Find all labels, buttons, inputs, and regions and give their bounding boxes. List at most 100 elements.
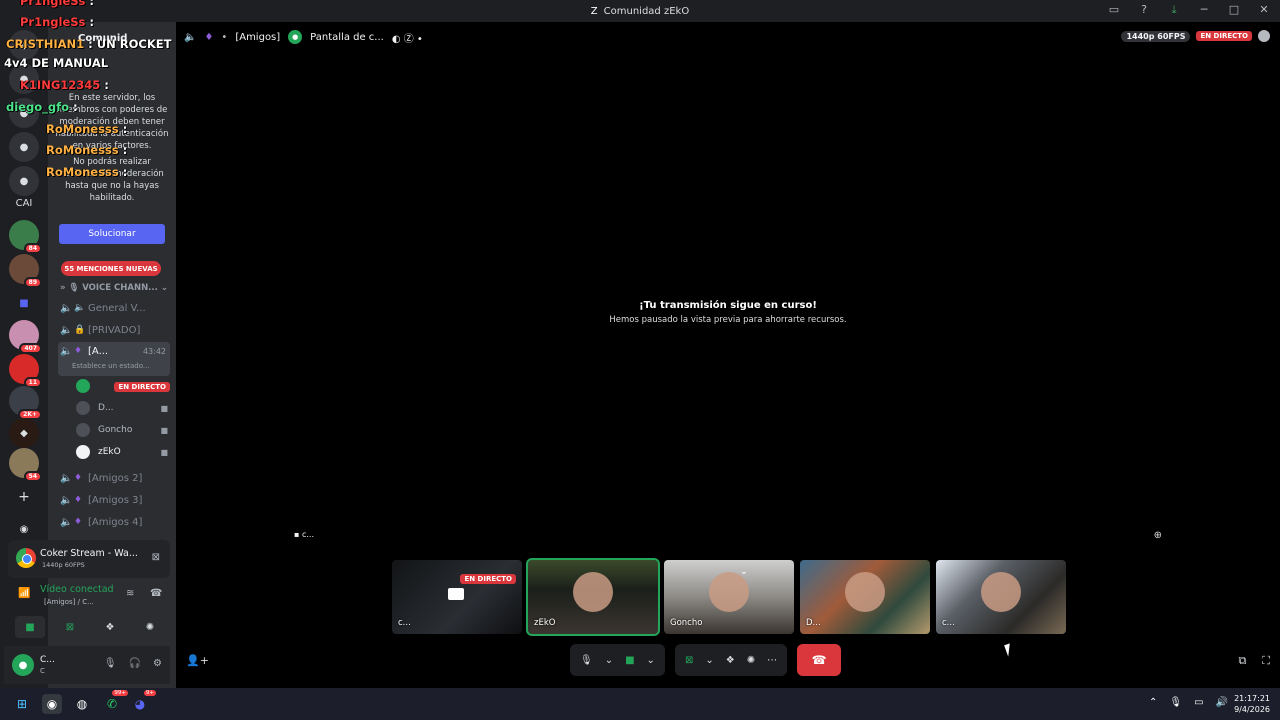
start-icon[interactable]: ⊞ (12, 694, 32, 714)
camera-button[interactable]: ■ (15, 616, 45, 638)
add-user-icon[interactable]: 👤+ (186, 654, 209, 667)
avatar[interactable]: ● (12, 654, 34, 676)
server-icon[interactable]: 407 (9, 320, 42, 354)
voice-user[interactable]: EN DIRECTO (76, 376, 170, 396)
speaker-icon: 🔈 (60, 324, 73, 336)
server-icon[interactable]: 2K+ (9, 386, 42, 420)
channel-status[interactable]: Establece un estado... (72, 362, 150, 370)
headphones-icon[interactable]: 🎧 (129, 658, 141, 669)
soundboard-button[interactable]: ✺ (135, 616, 165, 638)
server-icon[interactable]: ● (9, 132, 39, 162)
noise-suppression-icon[interactable]: ≋ (126, 588, 134, 599)
microphone-icon[interactable]: 🎙 (580, 655, 593, 666)
stage-header: 🔈 ♦ • [Amigos] ● Pantalla de c... ◐ Ⓩ • (184, 30, 423, 45)
voice-user[interactable]: D... ■ (76, 398, 170, 418)
more-icon[interactable]: ⋯ (767, 655, 777, 666)
voice-actions: ■ ⊠ ❖ ✺ (10, 616, 170, 638)
window-controls: ▭ ? ⤓ ─ □ ✕ (1106, 3, 1272, 17)
screen-share-title: Pantalla de c... (310, 31, 384, 43)
participant-tile[interactable]: ⌄ Goncho (664, 560, 794, 634)
gear-icon[interactable]: ⚙ (153, 658, 162, 669)
soundboard-icon[interactable]: ✺ (747, 655, 755, 666)
help-icon[interactable]: ? (1136, 3, 1152, 17)
participant-tile[interactable]: EN DIRECTO c... (392, 560, 522, 634)
server-icon[interactable]: 11 (9, 354, 42, 388)
popout-icon[interactable]: ⧉ (1238, 654, 1246, 668)
obs-icon[interactable]: ◍ (72, 694, 92, 714)
window-title: Comunidad zEkO (603, 5, 690, 17)
participant-tile[interactable]: D... (800, 560, 930, 634)
activities-button[interactable]: ❖ (95, 616, 125, 638)
activities-icon[interactable]: ❖ (726, 655, 735, 666)
disconnect-button[interactable]: ☎ (797, 644, 842, 676)
screen-share-button[interactable]: ⊠ (55, 616, 85, 638)
system-tray: ⌃ 🎙 ▭ 🔊 (1149, 697, 1228, 708)
solve-button[interactable]: Solucionar (59, 224, 165, 244)
speaker-icon: 🔈 (60, 494, 73, 506)
server-icon[interactable]: 84 (9, 220, 42, 254)
server-header[interactable]: Comunid (48, 22, 176, 54)
voice-channel[interactable]: 🔈 🔈 General V... (58, 298, 170, 318)
live-badge: EN DIRECTO (1196, 31, 1252, 41)
voice-channel[interactable]: 🔈 ♦ [Amigos 3] (58, 490, 170, 510)
server-icon[interactable]: ● (9, 30, 39, 60)
participant-avatars: ◐ Ⓩ • (391, 33, 423, 45)
add-server-icon[interactable]: + (9, 482, 39, 512)
voice-channel-active[interactable]: 🔈 ♦ [A... 43:42 Establece un estado... (58, 342, 170, 376)
disconnect-icon[interactable]: ☎ (150, 588, 162, 599)
avatar (76, 445, 90, 459)
speaker-icon: 🔈 (60, 302, 73, 314)
microphone-icon[interactable]: 🎙 (104, 658, 117, 669)
voice-channel[interactable]: 🔈 ♦ [Amigos 4] (58, 512, 170, 532)
taskbar: ⊞ ◉ ◍ ✆ 99+ ◕ 9+ ⌃ 🎙 ▭ 🔊 21:17:21 9/4/2026 (0, 688, 1280, 720)
network-icon[interactable]: ▭ (1194, 697, 1203, 708)
participant-tile[interactable]: zEkO (526, 558, 660, 636)
chevron-up-icon[interactable]: ⌃ (1149, 697, 1157, 708)
discord-icon: ● (288, 30, 303, 44)
server-icon-cai[interactable]: CAI (9, 188, 39, 218)
channel-name[interactable]: [Amigos] (235, 32, 280, 43)
close-button[interactable]: ✕ (1256, 3, 1272, 17)
server-icon[interactable]: ● (9, 98, 39, 128)
server-icon[interactable]: ◆ (9, 418, 39, 448)
zoom-icon[interactable]: ⊕ (1154, 530, 1162, 541)
discord-icon[interactable]: ◕ 9+ (130, 690, 156, 714)
whatsapp-icon[interactable]: ✆ 99+ (102, 690, 128, 714)
minimize-button[interactable]: ─ (1196, 3, 1212, 17)
voice-channel[interactable]: 🔈 ♦ [Amigos 2] (58, 468, 170, 488)
title-bar: Z Comunidad zEkO ▭ ? ⤓ ─ □ ✕ (0, 0, 1280, 22)
discord-server-icon: Z (590, 5, 598, 17)
download-icon[interactable]: ⤓ (1166, 3, 1182, 17)
quality-badge: 1440p 60FPS (1121, 30, 1191, 42)
volume-icon[interactable]: 🔊 (1216, 697, 1228, 708)
voice-user[interactable]: zEkO ■ (76, 442, 170, 462)
chevron-down-icon[interactable]: ⌄ (647, 655, 655, 666)
screen-share-icon[interactable]: ⊠ (685, 655, 693, 666)
clock[interactable]: 21:17:21 9/4/2026 (1234, 693, 1270, 715)
chevron-down-icon[interactable]: ⌄ (705, 655, 713, 666)
speaker-icon: 🔈 (60, 346, 73, 357)
voice-user[interactable]: Goncho ■ (76, 420, 170, 440)
fullscreen-icon[interactable]: ⛶ (1262, 654, 1270, 668)
server-icon[interactable]: 54 (9, 448, 42, 482)
maximize-button[interactable]: □ (1226, 3, 1242, 17)
server-icon[interactable]: 89 (9, 254, 42, 288)
camera-icon[interactable]: ■ (625, 655, 634, 666)
voice-category[interactable]: » 🎙 VOICE CHANN... ⌄ (60, 283, 168, 293)
stream-card[interactable]: Coker Stream - Wa... 1440p 60FPS ⊠ (8, 540, 170, 578)
voice-channel[interactable]: 🔈 🔒 [PRIVADO] (58, 320, 170, 340)
speaker-icon: 🔈 (60, 516, 73, 528)
server-icon[interactable]: ● (9, 64, 39, 94)
chrome-icon[interactable]: ◉ (42, 694, 62, 714)
chevron-down-icon[interactable]: ⌄ (740, 566, 748, 577)
new-mentions-banner[interactable]: 55 MENCIONES NUEVAS (61, 261, 161, 276)
video-feed (981, 572, 1021, 612)
folder-icon[interactable]: ■ (9, 288, 39, 318)
participant-tile[interactable]: c... (936, 560, 1066, 634)
microphone-icon[interactable]: 🎙 (1169, 697, 1182, 708)
stop-stream-icon[interactable]: ⊠ (152, 552, 160, 563)
moderation-notice: En este servidor, los miembros con poder… (55, 93, 169, 203)
chat-toggle-icon[interactable] (1258, 30, 1270, 42)
inbox-icon[interactable]: ▭ (1106, 3, 1122, 17)
chevron-down-icon[interactable]: ⌄ (605, 655, 613, 666)
